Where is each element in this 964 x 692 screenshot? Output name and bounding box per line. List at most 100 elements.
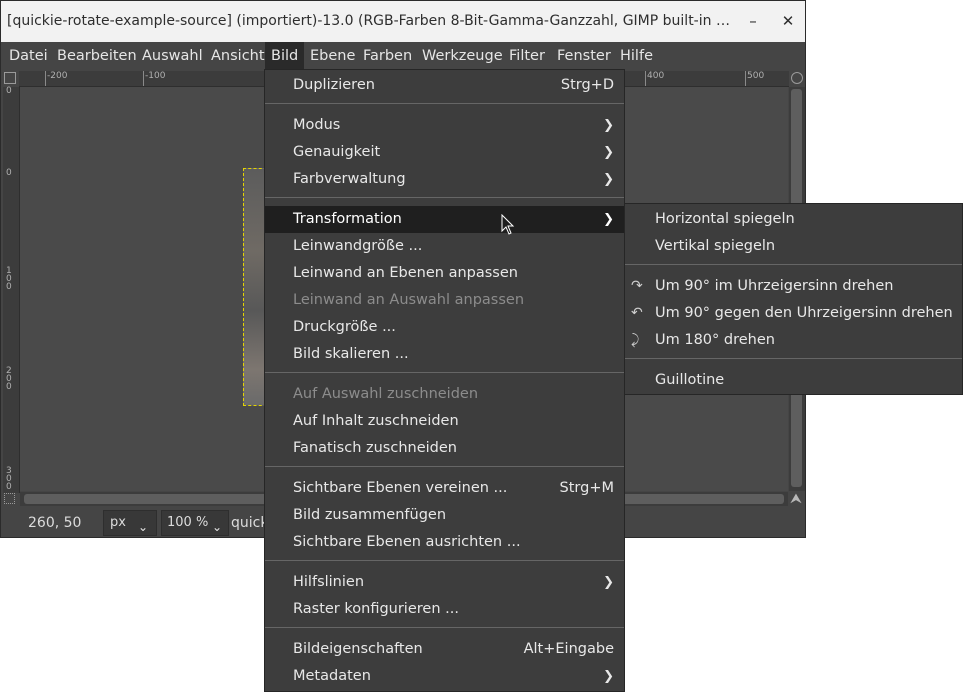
- mouse-pointer-icon: [501, 214, 515, 235]
- bild-menu: Duplizieren Strg+D Modus ❯ Genauigkeit ❯…: [264, 69, 625, 692]
- menu-item-label: Metadaten: [293, 668, 371, 684]
- menu-item-druckgroesse[interactable]: Druckgröße ...: [265, 314, 624, 341]
- menu-item-label: Leinwandgröße ...: [293, 238, 423, 254]
- menu-separator: [265, 197, 624, 198]
- menu-item-ebenen-ausrichten[interactable]: Sichtbare Ebenen ausrichten ...: [265, 529, 624, 556]
- menu-item-bildeigenschaften[interactable]: Bildeigenschaften Alt+Eingabe: [265, 636, 624, 663]
- menu-item-label: Um 90° gegen den Uhrzeigersinn drehen: [655, 305, 953, 321]
- menu-item-transformation[interactable]: Transformation ❯: [265, 206, 624, 233]
- quick-mask-corner-icon[interactable]: [4, 72, 16, 84]
- menu-bearbeiten[interactable]: Bearbeiten: [51, 42, 143, 70]
- menu-item-label: Druckgröße ...: [293, 319, 396, 335]
- ruler-label: 100: [6, 266, 12, 292]
- menu-ansicht[interactable]: Ansicht: [205, 42, 271, 70]
- menu-item-shortcut: Strg+M: [559, 480, 614, 496]
- navigate-arrow-icon[interactable]: ⮝: [790, 491, 802, 507]
- ruler-label: 300: [6, 466, 12, 492]
- menu-item-modus[interactable]: Modus ❯: [265, 112, 624, 139]
- window-title: [quickie-rotate-example-source] (importi…: [7, 13, 737, 29]
- ruler-label: 500: [747, 71, 765, 81]
- zoom-select[interactable]: 100 % ⌄: [161, 510, 229, 536]
- minimize-button[interactable]: –: [741, 9, 765, 33]
- menu-item-raster-konfigurieren[interactable]: Raster konfigurieren ...: [265, 596, 624, 623]
- menu-item-hilfslinien[interactable]: Hilfslinien ❯: [265, 569, 624, 596]
- chevron-right-icon: ❯: [603, 145, 614, 160]
- unit-select[interactable]: px ⌄: [103, 510, 157, 536]
- menu-item-label: Sichtbare Ebenen ausrichten ...: [293, 534, 521, 550]
- menu-item-vertikal-spiegeln[interactable]: Vertikal spiegeln: [625, 233, 962, 260]
- quick-mask-toggle-icon[interactable]: [4, 493, 15, 504]
- menu-item-rotate-cw[interactable]: ↷ Um 90° im Uhrzeigersinn drehen: [625, 273, 962, 300]
- menu-item-label: Um 180° drehen: [655, 332, 775, 348]
- ruler-label: 200: [6, 366, 12, 392]
- menu-item-farbverwaltung[interactable]: Farbverwaltung ❯: [265, 166, 624, 193]
- menu-item-metadaten[interactable]: Metadaten ❯: [265, 663, 624, 690]
- ruler-tick: [745, 71, 746, 86]
- unit-value: px: [110, 515, 126, 530]
- menu-item-horizontal-spiegeln[interactable]: Horizontal spiegeln: [625, 206, 962, 233]
- menu-separator: [265, 627, 624, 628]
- menu-separator: [625, 264, 962, 265]
- menu-item-label: Horizontal spiegeln: [655, 211, 795, 227]
- menu-ebene[interactable]: Ebene: [304, 42, 361, 70]
- menu-item-leinwand-an-ebenen[interactable]: Leinwand an Ebenen anpassen: [265, 260, 624, 287]
- menu-separator: [625, 358, 962, 359]
- menu-separator: [265, 372, 624, 373]
- menu-werkzeuge[interactable]: Werkzeuge: [416, 42, 509, 70]
- menu-item-auf-inhalt-zuschneiden[interactable]: Auf Inhalt zuschneiden: [265, 408, 624, 435]
- menu-item-leinwandgroesse[interactable]: Leinwandgröße ...: [265, 233, 624, 260]
- menu-item-label: Bild zusammenfügen: [293, 507, 447, 523]
- menu-item-label: Fanatisch zuschneiden: [293, 440, 457, 456]
- menu-item-bild-skalieren[interactable]: Bild skalieren ...: [265, 341, 624, 368]
- chevron-down-icon: ⌄: [138, 520, 149, 534]
- menu-item-label: Raster konfigurieren ...: [293, 601, 459, 617]
- menu-item-leinwand-an-auswahl: Leinwand an Auswahl anpassen: [265, 287, 624, 314]
- menu-item-rotate-180[interactable]: ⤸ Um 180° drehen: [625, 327, 962, 354]
- menu-item-ebenen-vereinen[interactable]: Sichtbare Ebenen vereinen ... Strg+M: [265, 475, 624, 502]
- menu-filter[interactable]: Filter: [503, 42, 551, 70]
- menu-item-label: Duplizieren: [293, 77, 375, 93]
- menu-item-label: Leinwand an Auswahl anpassen: [293, 292, 525, 308]
- menu-item-genauigkeit[interactable]: Genauigkeit ❯: [265, 139, 624, 166]
- menu-item-bild-zusammenfuegen[interactable]: Bild zusammenfügen: [265, 502, 624, 529]
- pointer-coordinates: 260, 50: [28, 515, 82, 531]
- menu-item-guillotine[interactable]: Guillotine: [625, 367, 962, 394]
- ruler-label: 400: [647, 71, 665, 81]
- menu-hilfe[interactable]: Hilfe: [614, 42, 659, 70]
- status-filename: quick: [231, 515, 269, 531]
- chevron-right-icon: ❯: [603, 212, 614, 227]
- ruler-label: 0: [6, 168, 12, 178]
- close-button[interactable]: ✕: [776, 9, 800, 33]
- menu-separator: [265, 466, 624, 467]
- ruler-tick: [45, 71, 46, 86]
- menu-item-shortcut: Alt+Eingabe: [523, 641, 614, 657]
- chevron-right-icon: ❯: [603, 172, 614, 187]
- menu-item-label: Auf Inhalt zuschneiden: [293, 413, 459, 429]
- rotate-180-icon: ⤸: [631, 332, 640, 348]
- menu-item-label: Auf Auswahl zuschneiden: [293, 386, 479, 402]
- ruler-label: 0: [6, 86, 12, 96]
- vertical-ruler[interactable]: 0 0 100 200 300: [3, 87, 20, 493]
- menu-farben[interactable]: Farben: [357, 42, 418, 70]
- rotate-counterclockwise-icon: ↶: [631, 305, 643, 321]
- menu-datei[interactable]: Datei: [3, 42, 54, 70]
- menu-separator: [265, 103, 624, 104]
- ruler-tick: [645, 71, 646, 86]
- menu-item-label: Vertikal spiegeln: [655, 238, 776, 254]
- menu-item-rotate-ccw[interactable]: ↶ Um 90° gegen den Uhrzeigersinn drehen: [625, 300, 962, 327]
- menu-item-label: Bildeigenschaften: [293, 641, 423, 657]
- menu-item-label: Sichtbare Ebenen vereinen ...: [293, 480, 508, 496]
- chevron-right-icon: ❯: [603, 575, 614, 590]
- menu-bild[interactable]: Bild: [265, 42, 305, 70]
- chevron-down-icon: ⌄: [212, 520, 223, 534]
- menu-fenster[interactable]: Fenster: [551, 42, 617, 70]
- menu-auswahl[interactable]: Auswahl: [136, 42, 209, 70]
- chevron-right-icon: ❯: [603, 669, 614, 684]
- title-bar: [quickie-rotate-example-source] (importi…: [1, 1, 805, 43]
- menu-item-duplizieren[interactable]: Duplizieren Strg+D: [265, 72, 624, 99]
- menu-item-label: Farbverwaltung: [293, 171, 406, 187]
- zoom-navigate-icon[interactable]: [791, 72, 803, 84]
- menu-item-fanatisch-zuschneiden[interactable]: Fanatisch zuschneiden: [265, 435, 624, 462]
- menu-item-auf-auswahl-zuschneiden: Auf Auswahl zuschneiden: [265, 381, 624, 408]
- menu-item-label: Transformation: [293, 211, 402, 227]
